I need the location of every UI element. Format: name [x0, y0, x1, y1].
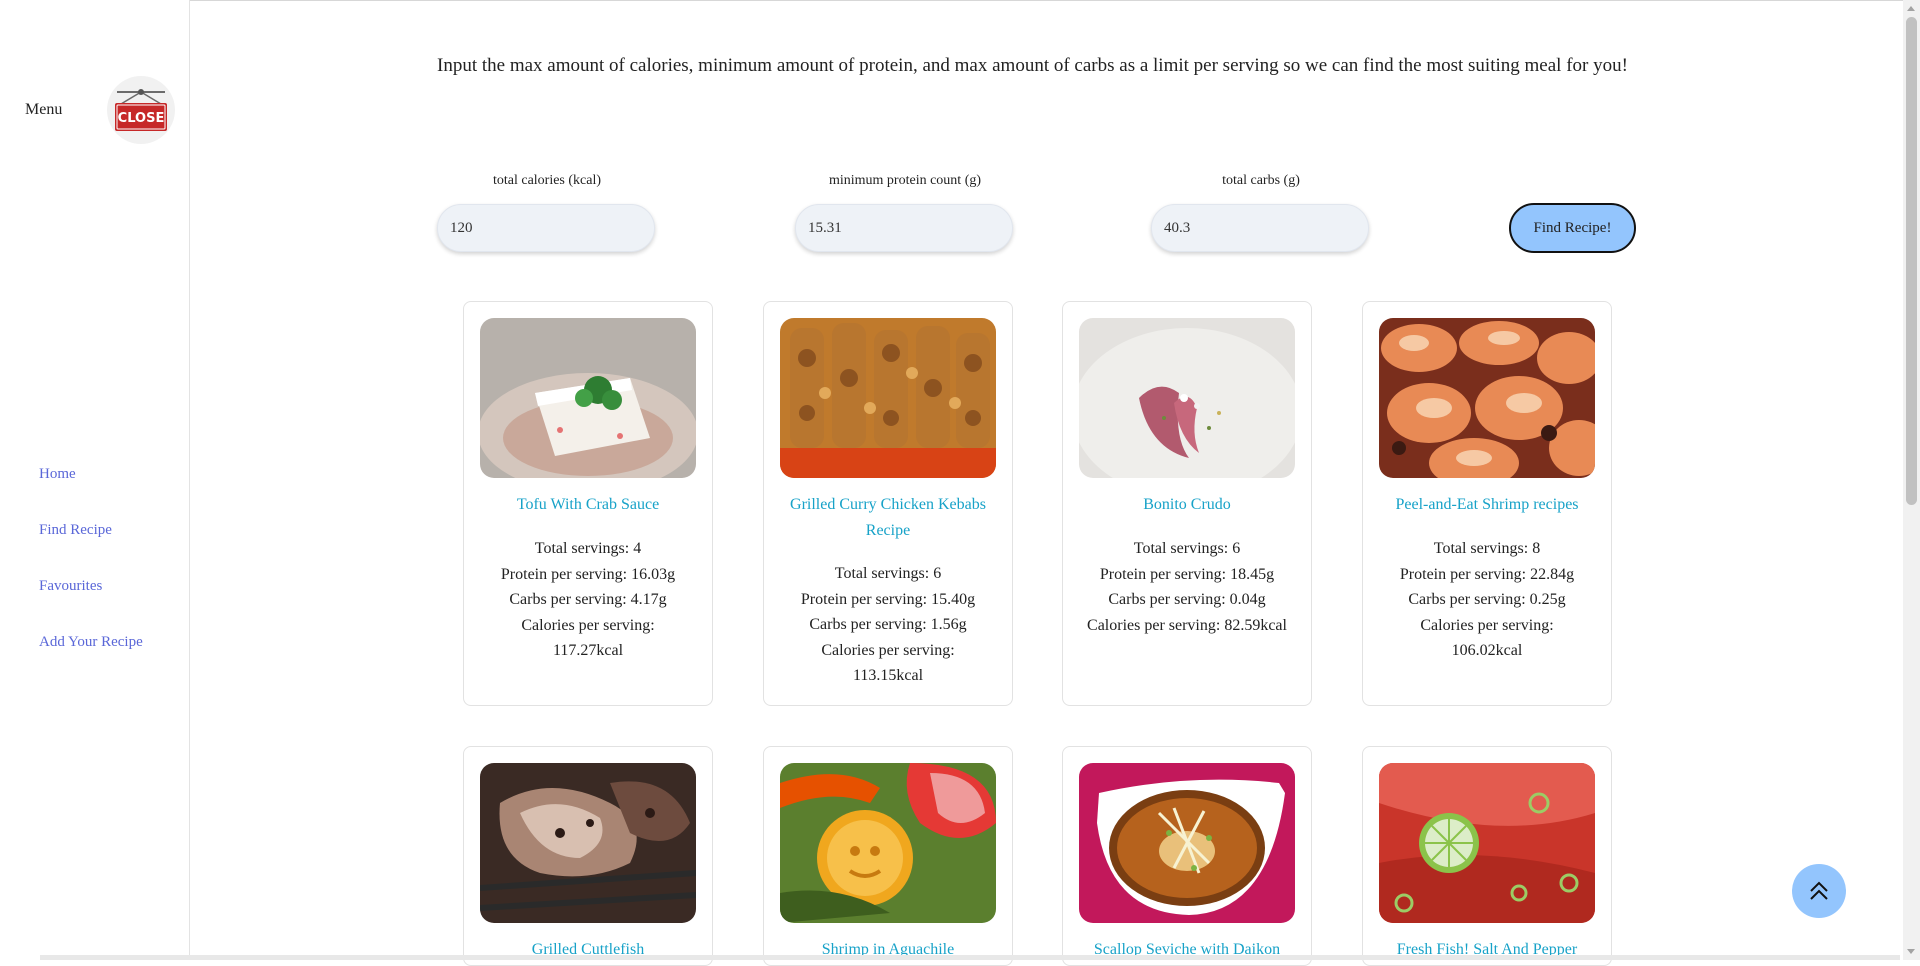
recipe-card[interactable]: Bonito Crudo Total servings: 6 Protein p…: [1062, 301, 1312, 706]
calories-input[interactable]: [437, 204, 655, 252]
stat-line: Carbs per serving: 0.04g: [1108, 591, 1266, 608]
double-chevron-up-icon: [1810, 881, 1828, 900]
recipe-photo[interactable]: [480, 318, 696, 478]
protein-input[interactable]: [795, 204, 1013, 252]
recipe-stats: Total servings: 6 Protein per serving: 1…: [774, 561, 1002, 689]
recipe-photo[interactable]: [780, 318, 996, 478]
nav-favourites[interactable]: Favourites: [39, 574, 143, 630]
recipe-stats: Total servings: 6 Protein per serving: 1…: [1073, 536, 1301, 638]
recipe-title[interactable]: Tofu With Crab Sauce: [474, 492, 702, 518]
stat-line: Protein per serving: 16.03g: [500, 565, 676, 583]
stat-line: Protein per serving: 22.84g: [1399, 565, 1575, 583]
recipe-title[interactable]: Bonito Crudo: [1073, 492, 1301, 518]
top-border: [0, 0, 1920, 1]
stat-line: 117.27kcal: [552, 642, 624, 659]
stat-line: Carbs per serving: 0.25g: [1408, 591, 1566, 608]
recipe-title[interactable]: Peel-and-Eat Shrimp recipes: [1373, 492, 1601, 518]
intro-text: Input the max amount of calories, minimu…: [437, 55, 1628, 76]
recipe-photo[interactable]: [1379, 763, 1595, 923]
stat-line: Calories per serving: 82.59kcal: [1087, 616, 1287, 634]
nav-find-recipe[interactable]: Find Recipe: [39, 518, 143, 574]
recipe-card[interactable]: Shrimp in Aguachile: [763, 746, 1013, 966]
recipe-title[interactable]: Grilled Curry Chicken Kebabs Recipe: [774, 492, 1002, 544]
nav-add-your-recipe[interactable]: Add Your Recipe: [39, 630, 143, 686]
recipe-card[interactable]: Fresh Fish! Salt And Pepper: [1362, 746, 1612, 966]
sidebar-nav: Home Find Recipe Favourites Add Your Rec…: [39, 462, 143, 686]
stat-line: 113.15kcal: [852, 667, 924, 684]
stat-line: Calories per serving:: [521, 616, 655, 634]
sidebar: Menu CLOSE Home Find Recipe Favourites A…: [0, 0, 190, 960]
find-recipe-button[interactable]: Find Recipe!: [1509, 203, 1636, 253]
stat-line: Calories per serving:: [821, 641, 955, 659]
calories-label: total calories (kcal): [492, 173, 602, 188]
recipe-photo[interactable]: [1079, 318, 1295, 478]
close-sign-icon: CLOSE: [115, 89, 167, 131]
close-sign-text: CLOSE: [118, 111, 165, 126]
scroll-down-arrow-icon[interactable]: [1907, 949, 1915, 954]
stat-line: Protein per serving: 18.45g: [1099, 565, 1275, 583]
carbs-label: total carbs (g): [1222, 173, 1300, 188]
nav-home[interactable]: Home: [39, 462, 143, 518]
stat-line: Protein per serving: 15.40g: [800, 590, 976, 608]
scroll-up-arrow-icon[interactable]: [1907, 6, 1915, 11]
stat-line: Total servings: 6: [834, 565, 942, 582]
recipe-photo[interactable]: [780, 763, 996, 923]
scrollbar-thumb[interactable]: [1906, 17, 1917, 505]
stat-line: Total servings: 6: [1133, 540, 1241, 557]
stat-line: Total servings: 4: [534, 540, 642, 557]
stat-line: Carbs per serving: 1.56g: [809, 616, 967, 633]
recipe-photo[interactable]: [1079, 763, 1295, 923]
recipe-stats: Total servings: 4 Protein per serving: 1…: [474, 536, 702, 664]
recipe-card[interactable]: Grilled Curry Chicken Kebabs Recipe Tota…: [763, 301, 1013, 706]
recipe-card[interactable]: Scallop Seviche with Daikon: [1062, 746, 1312, 966]
menu-label: Menu: [25, 101, 63, 118]
stat-line: Carbs per serving: 4.17g: [509, 591, 667, 608]
carbs-input[interactable]: [1151, 204, 1369, 252]
recipe-card[interactable]: Tofu With Crab Sauce Total servings: 4 P…: [463, 301, 713, 706]
horizontal-scrollbar[interactable]: [40, 955, 1900, 960]
protein-label: minimum protein count (g): [828, 173, 982, 188]
stat-line: Total servings: 8: [1433, 540, 1541, 557]
recipe-card[interactable]: Peel-and-Eat Shrimp recipes Total servin…: [1362, 301, 1612, 706]
recipe-stats: Total servings: 8 Protein per serving: 2…: [1373, 536, 1601, 664]
recipe-photo[interactable]: [480, 763, 696, 923]
recipe-photo[interactable]: [1379, 318, 1595, 478]
recipe-card[interactable]: Grilled Cuttlefish: [463, 746, 713, 966]
close-menu-button[interactable]: CLOSE: [107, 76, 175, 144]
stat-line: 106.02kcal: [1451, 642, 1523, 659]
stat-line: Calories per serving:: [1420, 616, 1554, 634]
scroll-to-top-button[interactable]: [1792, 864, 1846, 918]
vertical-scrollbar[interactable]: [1903, 0, 1920, 960]
